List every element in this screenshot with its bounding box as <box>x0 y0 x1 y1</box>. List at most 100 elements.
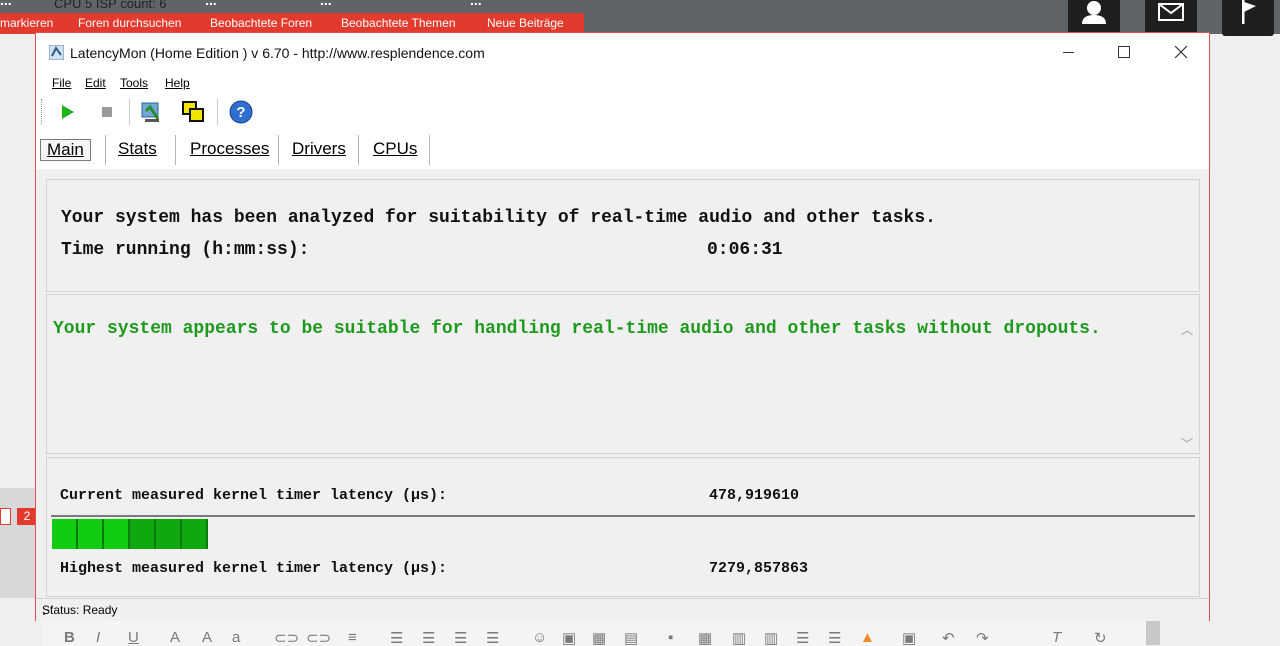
spoiler-icon[interactable]: ▥ <box>764 629 778 646</box>
latency-panel: Current measured kernel timer latency (µ… <box>46 457 1200 597</box>
tab-stats[interactable]: Stats <box>112 139 163 159</box>
close-button[interactable] <box>1151 33 1209 71</box>
analyze-icon[interactable] <box>139 99 165 125</box>
meter-segment <box>104 519 130 549</box>
meter-segment <box>182 519 208 549</box>
outdent-icon[interactable]: ☰ <box>454 629 467 646</box>
bullet-list-icon[interactable]: ☰ <box>390 629 403 646</box>
tab-drivers[interactable]: Drivers <box>286 139 352 159</box>
unlink-icon[interactable]: ⊂⊃ <box>306 629 331 646</box>
quote-icon[interactable]: ▤ <box>624 629 638 646</box>
time-running-label: Time running (h:mm:ss): <box>61 240 310 260</box>
top-nav-item[interactable]: ... <box>0 0 12 8</box>
soundcloud-icon[interactable]: ▲ <box>860 629 875 646</box>
background-text-fragment: CPU 5 ISP count: 6 <box>54 0 167 11</box>
top-nav-item[interactable]: ... <box>205 0 217 8</box>
meter-segment <box>156 519 182 549</box>
underline-icon[interactable]: U <box>128 629 139 646</box>
tab-bar: Main Stats Processes Drivers CPUs <box>36 131 1209 169</box>
conclusion-panel: Your system appears to be suitable for h… <box>46 294 1200 454</box>
indent-icon[interactable]: ☰ <box>486 629 499 646</box>
conclusion-message: Your system appears to be suitable for h… <box>53 319 1101 339</box>
tab-separator <box>358 135 359 165</box>
resize-grip-icon[interactable]: ⋰ <box>42 603 1207 620</box>
page-number-badge[interactable]: 2 <box>17 508 37 525</box>
menu-tools[interactable]: Tools <box>120 76 148 90</box>
editor-toolbar: B I U A A a ⊂⊃ ⊂⊃ ≡ ☰ ☰ ☰ ☰ ☺ ▣ ▦ ▤ ▪ ▦ … <box>42 620 1146 646</box>
top-nav-item[interactable]: ... <box>470 0 482 8</box>
copy-icon[interactable] <box>180 99 206 125</box>
tab-separator <box>105 135 106 165</box>
meter-segment <box>52 519 78 549</box>
italic-icon[interactable]: I <box>96 629 100 646</box>
tab-processes[interactable]: Processes <box>184 139 275 159</box>
meter-segment <box>78 519 104 549</box>
latencymon-window: LatencyMon (Home Edition ) v 6.70 - http… <box>35 32 1210 621</box>
hr-icon[interactable]: ☰ <box>796 629 809 646</box>
tab-separator <box>278 135 279 165</box>
highest-latency-value: 7279,857863 <box>709 560 809 577</box>
save-draft-icon[interactable]: ▣ <box>902 629 916 646</box>
font-size-icon[interactable]: A <box>202 629 212 646</box>
minimize-button[interactable] <box>1039 33 1097 71</box>
toggle-bbcode-icon[interactable]: ↻ <box>1094 629 1107 646</box>
font-family-icon[interactable]: a <box>232 629 240 646</box>
latency-meter <box>51 515 1195 549</box>
code-icon[interactable]: ▦ <box>698 629 712 646</box>
mail-icon[interactable] <box>1145 0 1197 36</box>
user-icon[interactable] <box>1068 0 1120 36</box>
tab-separator <box>429 135 430 165</box>
tab-separator <box>175 135 176 165</box>
strike-icon[interactable]: ☰ <box>828 629 841 646</box>
link-icon[interactable]: ⊂⊃ <box>274 629 299 646</box>
remove-format-icon[interactable]: T <box>1052 629 1061 646</box>
redo-icon[interactable]: ↷ <box>976 629 989 646</box>
svg-text:?: ? <box>236 104 245 121</box>
toolbar-grip[interactable] <box>41 99 45 125</box>
tab-main[interactable]: Main <box>40 139 91 161</box>
status-bar: Status: Ready ⋰ <box>36 598 1209 621</box>
current-latency-label: Current measured kernel timer latency (µ… <box>60 487 448 504</box>
subnav-watched-threads[interactable]: Beobachtete Themen <box>341 16 456 30</box>
top-nav-item[interactable]: ... <box>320 0 332 8</box>
analysis-headline: Your system has been analyzed for suitab… <box>61 208 936 228</box>
title-bar[interactable]: LatencyMon (Home Edition ) v 6.70 - http… <box>36 33 1209 71</box>
app-icon <box>48 44 65 61</box>
bold-icon[interactable]: B <box>64 629 75 646</box>
stop-icon[interactable] <box>94 99 120 125</box>
flag-icon[interactable] <box>1222 0 1274 36</box>
page-box[interactable] <box>0 508 11 525</box>
current-latency-value: 478,919610 <box>709 487 800 504</box>
smiley-icon[interactable]: ☺ <box>532 629 547 646</box>
time-running-value: 0:06:31 <box>707 240 783 260</box>
subnav-search-forums[interactable]: Foren durchsuchen <box>78 16 181 30</box>
maximize-button[interactable] <box>1094 33 1152 71</box>
highest-latency-label: Highest measured kernel timer latency (µ… <box>60 560 448 577</box>
toolbar-separator <box>129 99 130 125</box>
table-icon[interactable]: ▥ <box>732 629 746 646</box>
help-icon[interactable]: ? <box>228 99 254 125</box>
menu-edit[interactable]: Edit <box>85 76 106 90</box>
left-panel-fragment <box>0 488 40 598</box>
subnav-watched-forums[interactable]: Beobachtete Foren <box>210 16 312 30</box>
scroll-up-arrow-icon[interactable]: ︿ <box>1181 321 1193 338</box>
tab-cpus[interactable]: CPUs <box>367 139 423 159</box>
analysis-panel: Your system has been analyzed for suitab… <box>46 179 1200 292</box>
menu-file[interactable]: File <box>52 76 71 90</box>
image-icon[interactable]: ▣ <box>562 629 576 646</box>
meter-segment <box>130 519 156 549</box>
scroll-down-arrow-icon[interactable]: ﹀ <box>1181 435 1193 452</box>
menu-bar: File Edit Tools Help <box>36 71 1209 93</box>
window-title: LatencyMon (Home Edition ) v 6.70 - http… <box>70 45 485 61</box>
camera-icon[interactable]: ▪ <box>668 629 673 646</box>
forum-subnav: markieren Foren durchsuchen Beobachtete … <box>0 13 584 34</box>
undo-icon[interactable]: ↶ <box>942 629 955 646</box>
subnav-new-posts[interactable]: Neue Beiträge <box>487 16 564 30</box>
font-icon[interactable]: A <box>170 629 180 646</box>
media-icon[interactable]: ▦ <box>592 629 606 646</box>
subnav-mark-read[interactable]: markieren <box>0 16 53 30</box>
play-icon[interactable] <box>54 99 80 125</box>
align-icon[interactable]: ≡ <box>348 629 357 646</box>
numbered-list-icon[interactable]: ☰ <box>422 629 435 646</box>
menu-help[interactable]: Help <box>165 76 190 90</box>
